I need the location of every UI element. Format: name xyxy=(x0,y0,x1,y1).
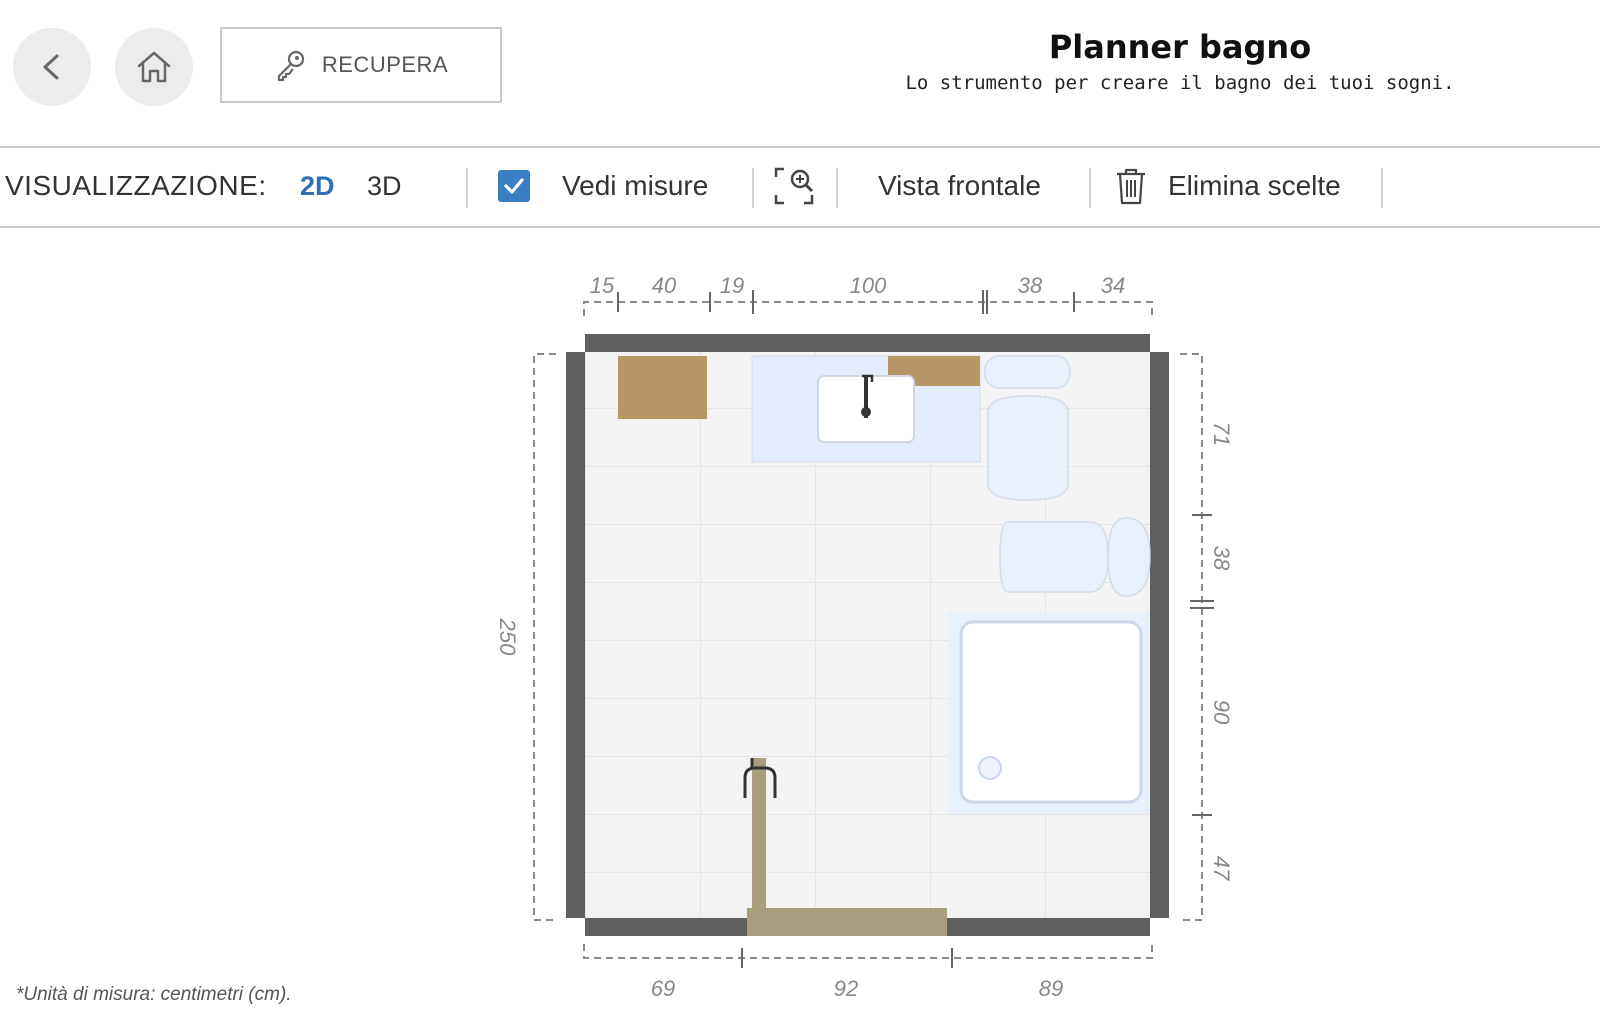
wall-right xyxy=(1150,352,1169,918)
dimension-right-1: 71 xyxy=(1209,422,1234,446)
dimension-top-5: 38 xyxy=(1018,273,1043,298)
dimension-bottom-1: 69 xyxy=(651,976,675,1001)
wall-bottom-left xyxy=(585,918,752,936)
dimension-top-2: 40 xyxy=(652,273,677,298)
dimension-top-1: 15 xyxy=(590,273,615,298)
door-leaf[interactable] xyxy=(752,758,766,910)
dimension-right-3: 90 xyxy=(1209,700,1234,725)
door-opening[interactable] xyxy=(747,908,947,936)
dimension-top-3: 19 xyxy=(720,273,744,298)
dimension-bottom-3: 89 xyxy=(1039,976,1063,1001)
units-footnote: *Unità di misura: centimetri (cm). xyxy=(16,984,292,1005)
dimension-top-6: 34 xyxy=(1101,273,1125,298)
bidet-side[interactable] xyxy=(1107,517,1151,597)
floor-plan[interactable]: 15 40 19 100 38 34 69 92 89 250 71 38 90… xyxy=(0,0,1600,1035)
dimension-right-2: 38 xyxy=(1209,546,1234,571)
bidet[interactable] xyxy=(999,521,1109,593)
wall-bottom-right xyxy=(947,918,1150,936)
dimension-left: 250 xyxy=(495,618,520,656)
toilet-tank[interactable] xyxy=(984,355,1071,389)
cabinet-left[interactable] xyxy=(618,356,707,419)
dimension-bottom-2: 92 xyxy=(834,976,858,1001)
dimension-top-4: 100 xyxy=(850,273,887,298)
dimension-right-4: 47 xyxy=(1209,856,1234,881)
wall-left xyxy=(566,352,585,918)
wall-top xyxy=(585,334,1150,352)
shower-drain-icon xyxy=(978,756,1002,780)
toilet-bowl[interactable] xyxy=(987,395,1069,501)
